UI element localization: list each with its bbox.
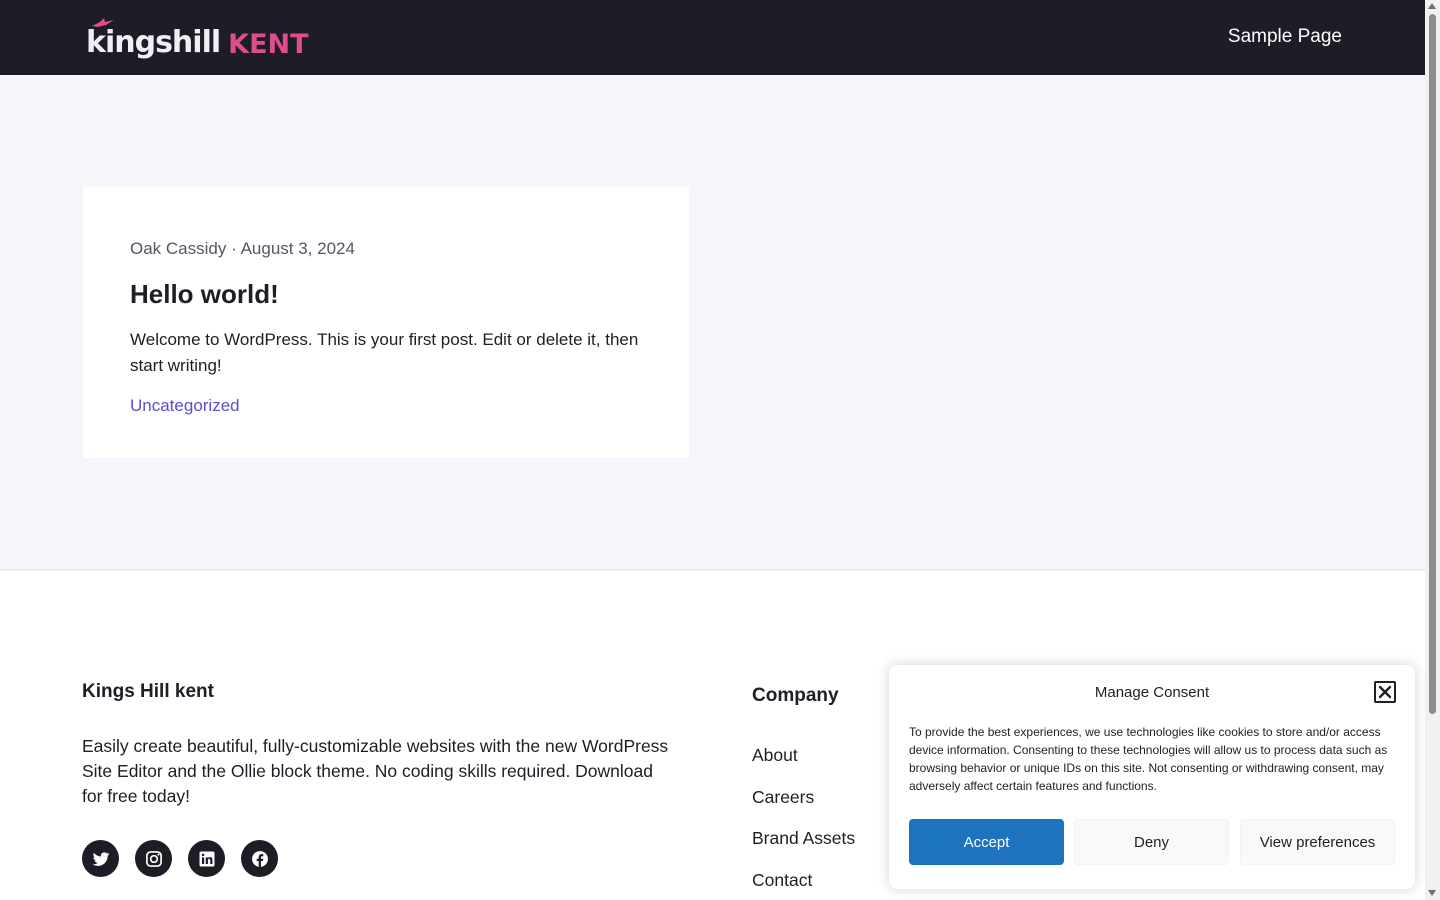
social-links [82,840,278,877]
footer-link-brand-assets[interactable]: Brand Assets [752,828,855,870]
view-preferences-button[interactable]: View preferences [1240,819,1395,865]
linkedin-icon[interactable] [188,840,225,877]
footer-company-links: About Careers Brand Assets Contact [752,745,855,900]
post-category-link[interactable]: Uncategorized [130,396,240,416]
instagram-icon[interactable] [135,840,172,877]
consent-title: Manage Consent [1094,684,1210,701]
footer-site-title: Kings Hill kent [82,681,214,702]
consent-message: To provide the best experiences, we use … [909,725,1388,793]
site-logo[interactable]: kingshill KENT [86,18,309,58]
footer-link-contact[interactable]: Contact [752,870,855,900]
post-title[interactable]: Hello world! [130,279,279,310]
accept-button[interactable]: Accept [909,819,1064,865]
logo-text-kent: KENT [228,29,309,60]
footer-company-heading: Company [752,685,839,706]
consent-dialog: Manage Consent To provide the best exper… [889,665,1415,889]
post-author[interactable]: Oak Cassidy [130,239,226,258]
meta-separator: · [231,239,237,258]
main-content: Oak Cassidy · August 3, 2024 Hello world… [0,75,1425,570]
facebook-icon[interactable] [241,840,278,877]
footer-link-careers[interactable]: Careers [752,787,855,829]
site-header: kingshill KENT Sample Page [0,0,1425,75]
nav-sample-page[interactable]: Sample Page [1228,26,1342,48]
post-date[interactable]: August 3, 2024 [241,239,355,258]
logo-text-kingshill: kingshill [86,25,221,60]
post-excerpt: Welcome to WordPress. This is your first… [130,330,639,375]
footer-description: Easily create beautiful, fully-customiza… [82,736,669,806]
deny-button[interactable]: Deny [1074,819,1229,865]
post-card: Oak Cassidy · August 3, 2024 Hello world… [83,187,689,458]
scroll-up-icon[interactable] [1428,3,1436,9]
bird-icon [92,18,114,27]
footer-link-about[interactable]: About [752,745,855,787]
post-meta: Oak Cassidy · August 3, 2024 [130,239,355,259]
page-scrollbar[interactable] [1425,0,1440,900]
twitter-icon[interactable] [82,840,119,877]
scroll-down-icon[interactable] [1428,890,1436,896]
close-icon[interactable] [1374,681,1396,703]
scroll-thumb[interactable] [1429,14,1436,714]
